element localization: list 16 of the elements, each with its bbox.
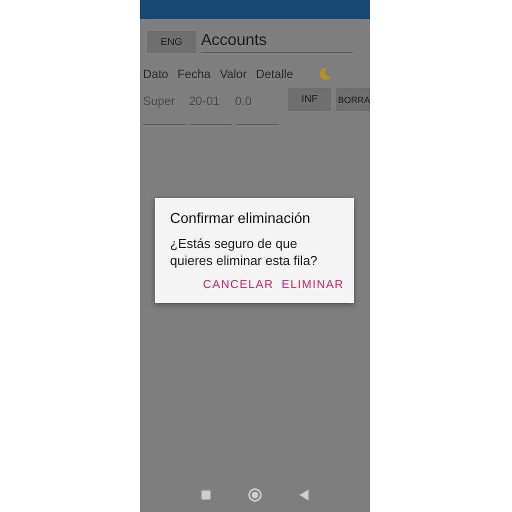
moon-icon[interactable] bbox=[318, 67, 332, 81]
dialog-title: Confirmar eliminación bbox=[170, 211, 312, 227]
column-header: Valor bbox=[220, 67, 247, 81]
dialog-button[interactable]: CANCELAR bbox=[201, 277, 276, 293]
dialog-message: ¿Estás seguro de que quieres eliminar esta fila? bbox=[170, 235, 318, 269]
column-header: Dato bbox=[143, 67, 168, 81]
home-icon[interactable] bbox=[248, 488, 262, 502]
dialog-button[interactable]: ELIMINAR bbox=[280, 277, 346, 293]
back-icon[interactable] bbox=[299, 489, 309, 501]
title-field[interactable]: Accounts bbox=[201, 32, 353, 52]
recents-icon[interactable] bbox=[201, 490, 211, 500]
column-header: Fecha bbox=[177, 67, 211, 81]
row-button[interactable]: BORRA bbox=[336, 88, 370, 111]
column-header: Detalle bbox=[256, 67, 294, 81]
language-button[interactable]: ENG bbox=[147, 31, 196, 53]
row-button[interactable]: INF bbox=[288, 88, 331, 111]
